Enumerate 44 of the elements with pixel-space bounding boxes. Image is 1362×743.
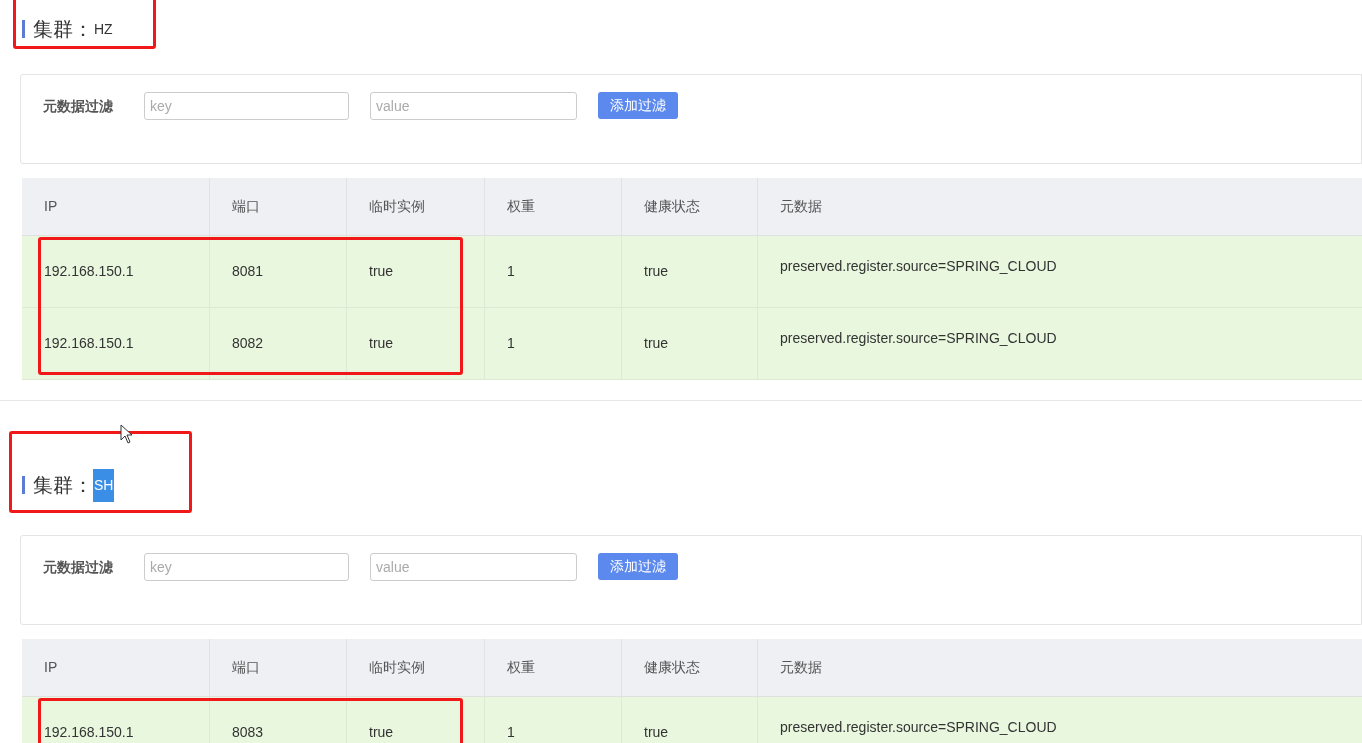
value-input-field[interactable]: value: [370, 92, 577, 120]
table-cell-text: preserved.register.source=SPRING_CLOUD: [780, 257, 1057, 276]
column-header: 端口: [232, 658, 260, 677]
table-cell-text: 8082: [232, 334, 264, 353]
heading-accent-bar: [22, 20, 25, 38]
value-input-field[interactable]: value: [370, 553, 577, 581]
table-cell-text: 1: [507, 334, 515, 353]
table-cell-text: preserved.register.source=SPRING_CLOUD: [780, 718, 1057, 737]
key-input-field[interactable]: key: [144, 92, 349, 120]
cluster-name: HZ: [93, 19, 114, 39]
table-cell-text: 192.168.150.1: [44, 334, 134, 353]
column-header: 端口: [232, 197, 260, 216]
table-cell-text: 1: [507, 723, 515, 742]
column-header: IP: [44, 197, 58, 216]
add-filter-button[interactable]: 添加过滤: [598, 553, 678, 580]
column-header: 临时实例: [369, 658, 425, 677]
column-header: 元数据: [780, 658, 822, 677]
table-cell-text: true: [369, 262, 394, 281]
cluster-label: 集群：: [33, 17, 93, 42]
column-header: IP: [44, 658, 58, 677]
table-cell-text: 1: [507, 262, 515, 281]
table-cell-text: 192.168.150.1: [44, 723, 134, 742]
filter-label: 元数据过滤: [43, 97, 114, 116]
table-cell-text: preserved.register.source=SPRING_CLOUD: [780, 329, 1057, 348]
table-cell-text: true: [369, 334, 394, 353]
table-cell-text: 8081: [232, 262, 264, 281]
table-cell-text: true: [644, 334, 669, 353]
column-header: 临时实例: [369, 197, 425, 216]
table-cell-text: true: [644, 723, 669, 742]
filter-label: 元数据过滤: [43, 558, 114, 577]
column-header: 元数据: [780, 197, 822, 216]
column-header: 权重: [507, 197, 535, 216]
column-header: 健康状态: [644, 197, 700, 216]
column-header: 健康状态: [644, 658, 700, 677]
table-cell-text: 192.168.150.1: [44, 262, 134, 281]
cluster-label: 集群：: [33, 473, 93, 498]
table-cell-text: true: [644, 262, 669, 281]
add-filter-button[interactable]: 添加过滤: [598, 92, 678, 119]
key-input-field[interactable]: key: [144, 553, 349, 581]
table-cell-text: 8083: [232, 723, 264, 742]
table-cell-text: true: [369, 723, 394, 742]
cluster-name: SH: [93, 468, 115, 502]
column-header: 权重: [507, 658, 535, 677]
heading-accent-bar: [22, 476, 25, 494]
